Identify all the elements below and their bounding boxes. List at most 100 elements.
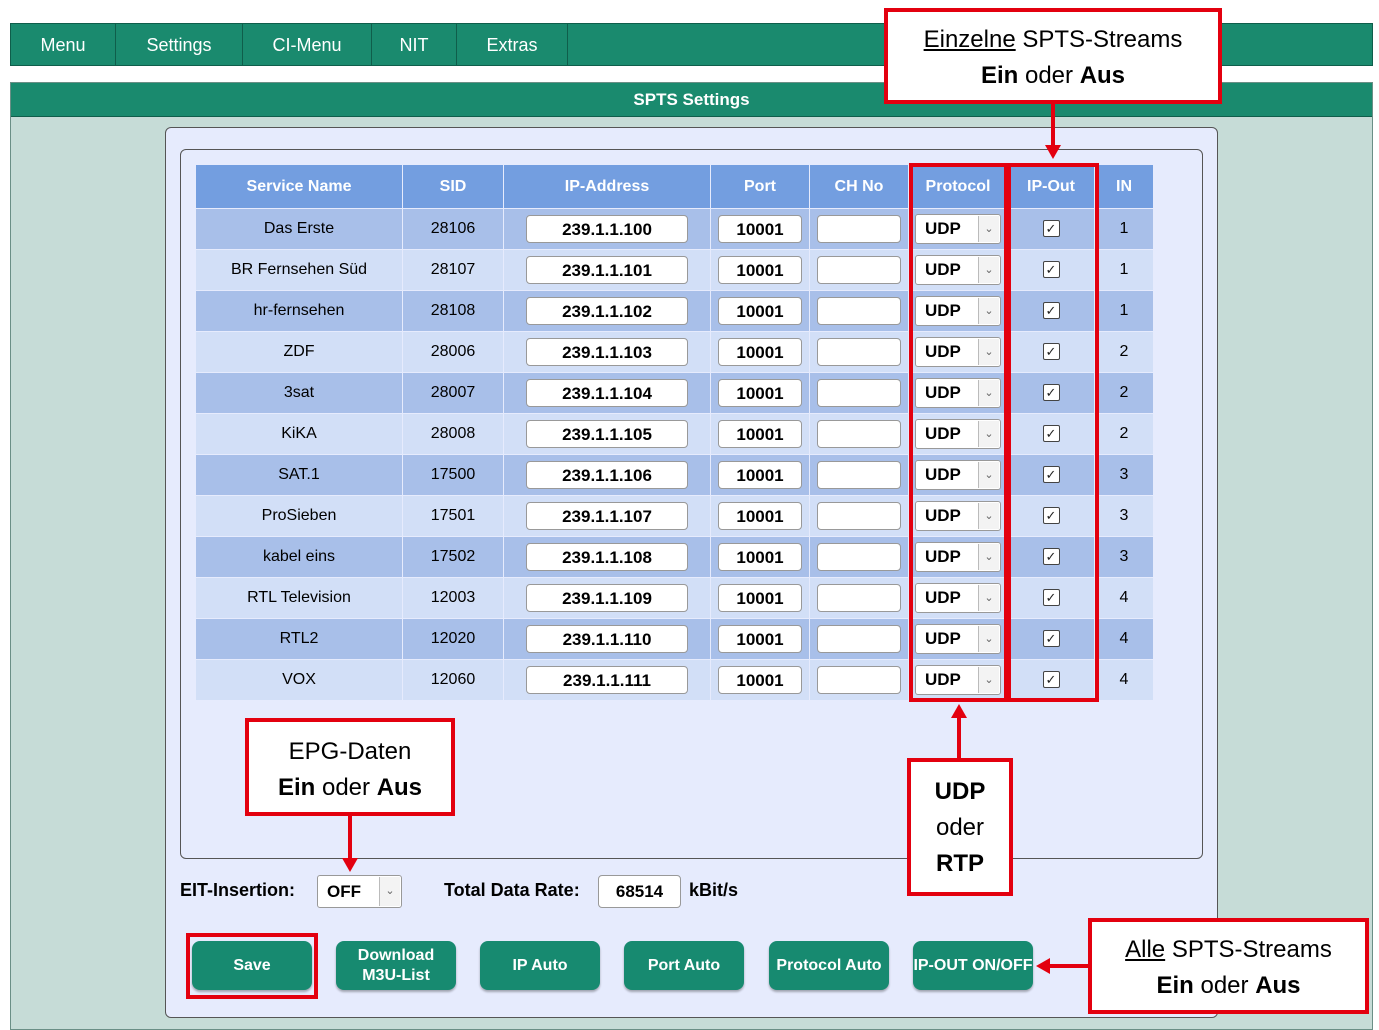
port-input[interactable]: 10001 (718, 543, 802, 571)
ch-no-cell (809, 413, 909, 455)
protocol-auto-label: Protocol Auto (776, 956, 882, 974)
epg-oder: oder (315, 774, 377, 801)
ch-no-input[interactable] (817, 297, 901, 325)
port-input[interactable]: 10001 (718, 338, 802, 366)
ch-no-cell (809, 577, 909, 619)
port-input[interactable]: 10001 (718, 625, 802, 653)
all-streams-annotation: Alle SPTS-Streams Ein oder Aus (1088, 918, 1369, 1014)
in-cell: 4 (1094, 659, 1154, 701)
ip-out-onoff-label: IP-OUT ON/OFF (913, 956, 1033, 974)
ch-no-input[interactable] (817, 420, 901, 448)
in-cell: 2 (1094, 372, 1154, 414)
eit-insertion-select[interactable]: OFF ⌄ (317, 875, 402, 908)
service-name-cell: RTL2 (195, 618, 403, 660)
single-ein: Ein (980, 62, 1019, 89)
port-input[interactable]: 10001 (718, 420, 802, 448)
sid-cell: 28107 (402, 249, 504, 291)
ip-address-input[interactable]: 239.1.1.108 (526, 543, 688, 571)
nav-ci-menu[interactable]: CI-Menu (243, 24, 372, 65)
ip-address-cell: 239.1.1.109 (503, 577, 711, 619)
sid-cell: 12060 (402, 659, 504, 701)
service-name-cell: kabel eins (195, 536, 403, 578)
port-cell: 10001 (710, 372, 810, 414)
port-input[interactable]: 10001 (718, 297, 802, 325)
ip-auto-label: IP Auto (512, 956, 568, 974)
ch-no-cell (809, 618, 909, 660)
in-cell: 1 (1094, 290, 1154, 332)
single-line1-underlined: Einzelne (923, 26, 1016, 53)
ip-address-input[interactable]: 239.1.1.101 (526, 256, 688, 284)
nav-extras[interactable]: Extras (457, 24, 568, 65)
ch-no-input[interactable] (817, 584, 901, 612)
nav-menu[interactable]: Menu (11, 24, 116, 65)
port-input[interactable]: 10001 (718, 666, 802, 694)
download-label: Download M3U-List (358, 946, 434, 984)
protocol-auto-button[interactable]: Protocol Auto (769, 941, 889, 990)
in-cell: 3 (1094, 536, 1154, 578)
ch-no-input[interactable] (817, 502, 901, 530)
in-cell: 1 (1094, 249, 1154, 291)
ch-no-input[interactable] (817, 379, 901, 407)
ch-no-input[interactable] (817, 215, 901, 243)
service-name-cell: 3sat (195, 372, 403, 414)
ch-no-cell (809, 290, 909, 332)
service-name-cell: hr-fernsehen (195, 290, 403, 332)
port-input[interactable]: 10001 (718, 584, 802, 612)
service-name-cell: Das Erste (195, 208, 403, 250)
total-data-rate-label: Total Data Rate: (444, 880, 580, 900)
sid-cell: 17501 (402, 495, 504, 537)
protocol-column-highlight (909, 163, 1008, 702)
port-auto-label: Port Auto (647, 956, 721, 974)
service-name-cell: VOX (195, 659, 403, 701)
in-cell: 3 (1094, 454, 1154, 496)
ch-no-input[interactable] (817, 256, 901, 284)
ch-no-input[interactable] (817, 625, 901, 653)
sid-cell: 28106 (402, 208, 504, 250)
in-cell: 3 (1094, 495, 1154, 537)
epg-annotation: EPG-Daten Ein oder Aus (245, 718, 455, 816)
arrow-down-icon (342, 858, 358, 872)
port-input[interactable]: 10001 (718, 379, 802, 407)
ch-no-input[interactable] (817, 461, 901, 489)
port-input[interactable]: 10001 (718, 502, 802, 530)
in-cell: 2 (1094, 331, 1154, 373)
nav-settings[interactable]: Settings (116, 24, 243, 65)
ip-address-input[interactable]: 239.1.1.111 (526, 666, 688, 694)
ip-address-cell: 239.1.1.110 (503, 618, 711, 660)
ch-no-input[interactable] (817, 338, 901, 366)
ch-no-input[interactable] (817, 666, 901, 694)
all-oder: oder (1193, 972, 1256, 999)
port-cell: 10001 (710, 536, 810, 578)
total-data-rate-field: 68514 (598, 875, 681, 908)
ip-address-input[interactable]: 239.1.1.100 (526, 215, 688, 243)
all-aus: Aus (1255, 972, 1301, 999)
ip-address-input[interactable]: 239.1.1.106 (526, 461, 688, 489)
ip-address-cell: 239.1.1.111 (503, 659, 711, 701)
ch-no-cell (809, 454, 909, 496)
ch-no-cell (809, 331, 909, 373)
download-m3u-button[interactable]: Download M3U-List (336, 941, 456, 990)
port-cell: 10001 (710, 208, 810, 250)
ip-auto-button[interactable]: IP Auto (480, 941, 600, 990)
single-line1-rest: SPTS-Streams (1015, 26, 1183, 53)
ip-address-input[interactable]: 239.1.1.109 (526, 584, 688, 612)
udp-oder: oder (935, 814, 985, 841)
ch-no-input[interactable] (817, 543, 901, 571)
nav-nit[interactable]: NIT (372, 24, 457, 65)
ip-address-input[interactable]: 239.1.1.103 (526, 338, 688, 366)
ip-address-input[interactable]: 239.1.1.107 (526, 502, 688, 530)
ip-address-input[interactable]: 239.1.1.105 (526, 420, 688, 448)
udp-text: UDP (934, 778, 986, 805)
all-connector-line (1048, 964, 1090, 968)
arrow-up-icon (951, 704, 967, 718)
port-auto-button[interactable]: Port Auto (624, 941, 744, 990)
port-input[interactable]: 10001 (718, 461, 802, 489)
ip-out-column-highlight (1007, 163, 1099, 702)
service-name-cell: SAT.1 (195, 454, 403, 496)
ip-out-onoff-button[interactable]: IP-OUT ON/OFF (913, 941, 1033, 990)
port-input[interactable]: 10001 (718, 256, 802, 284)
ip-address-input[interactable]: 239.1.1.110 (526, 625, 688, 653)
ip-address-input[interactable]: 239.1.1.102 (526, 297, 688, 325)
ip-address-input[interactable]: 239.1.1.104 (526, 379, 688, 407)
port-input[interactable]: 10001 (718, 215, 802, 243)
